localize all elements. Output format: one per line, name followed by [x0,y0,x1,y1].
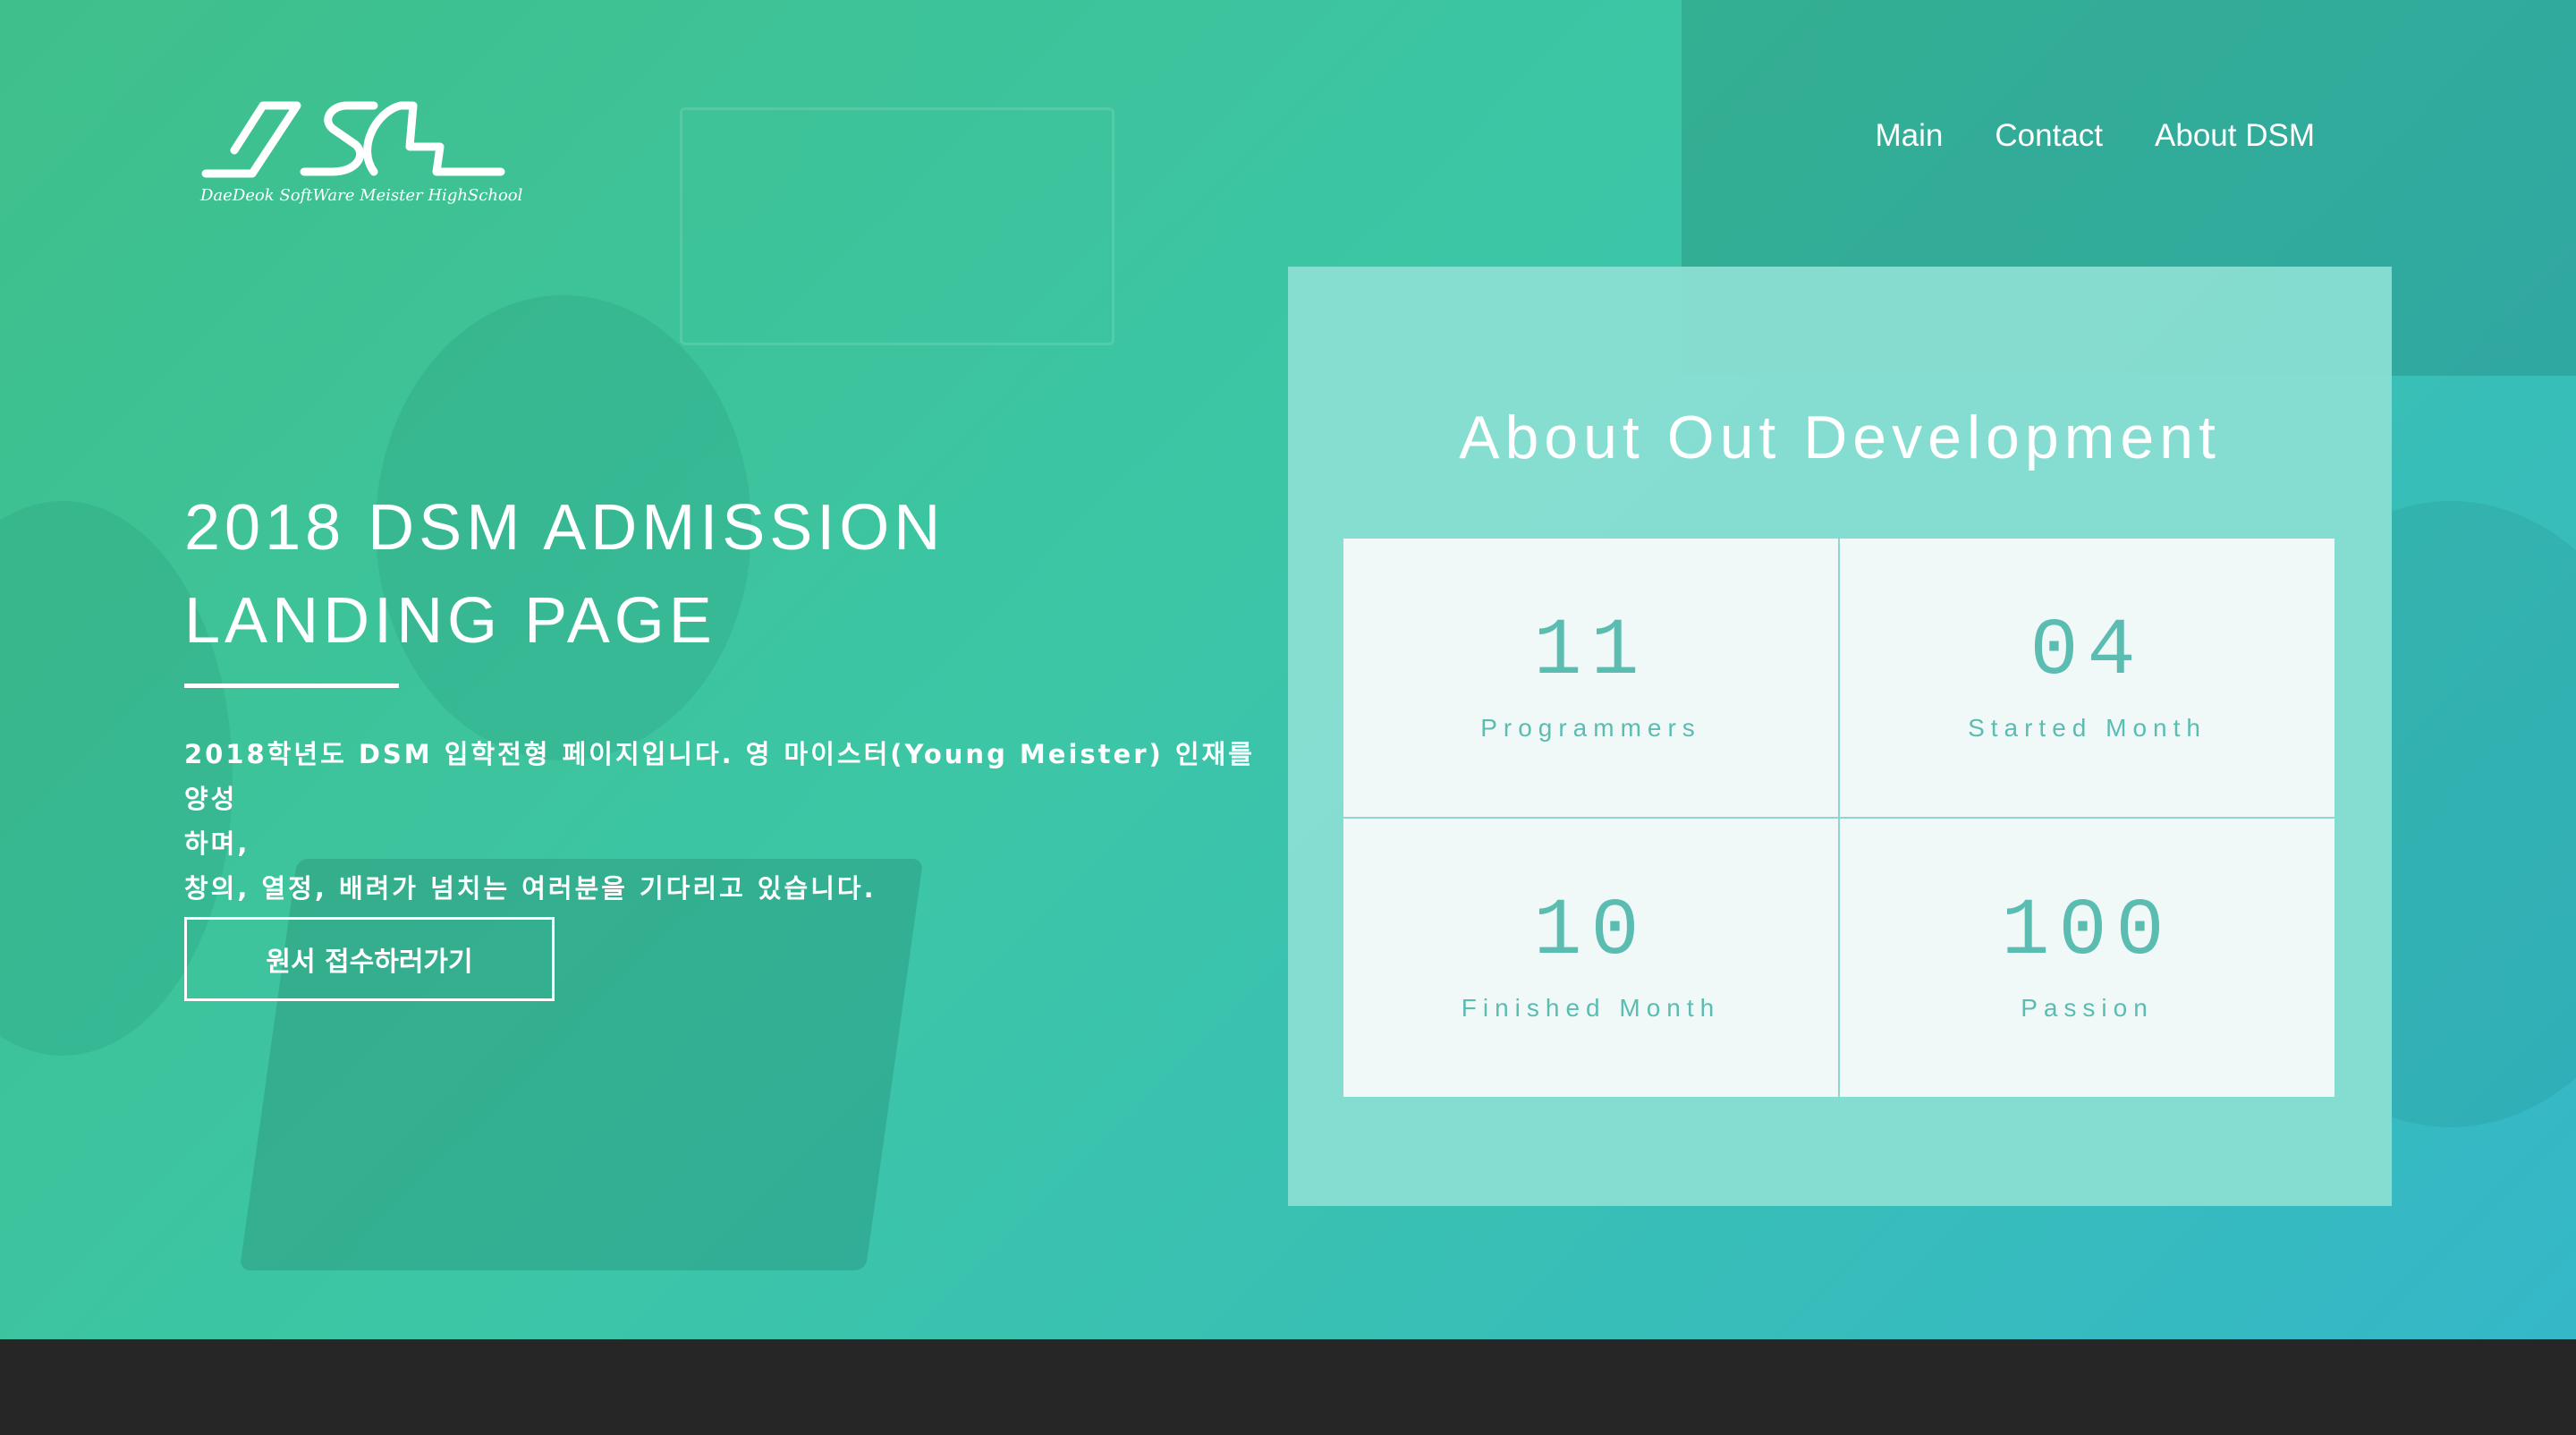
hero-section: DaeDeok SoftWare Meister HighSchool Main… [0,0,2576,1339]
stat-started-month: 04 Started Month [1840,539,2334,817]
hero-title-line2: LANDING PAGE [184,585,716,657]
about-development-panel: About Out Development 11 Programmers 04 … [1288,267,2392,1206]
stat-label: Started Month [1968,714,2207,742]
nav-about-dsm-link[interactable]: About DSM [2155,118,2315,154]
stat-label: Programmers [1480,714,1701,742]
stat-passion: 100 Passion [1840,819,2334,1097]
stat-label: Finished Month [1461,994,1721,1022]
stat-label: Passion [2021,994,2154,1022]
hero-description: 2018학년도 DSM 입학전형 페이지입니다. 영 마이스터(Young Me… [184,732,1275,911]
stat-programmers: 11 Programmers [1343,539,1838,817]
top-nav: Main Contact About DSM [1876,118,2315,154]
stat-value: 11 [1533,607,1648,698]
background-whiteboard [680,107,1114,345]
stat-value: 100 [2001,887,2174,978]
hero-title: 2018 DSM ADMISSION LANDING PAGE [184,481,1258,667]
hero-desc-line1: 2018학년도 DSM 입학전형 페이지입니다. 영 마이스터(Young Me… [184,739,1255,814]
hero-title-line1: 2018 DSM ADMISSION [184,492,945,564]
apply-button[interactable]: 원서 접수하러가기 [184,917,555,1001]
footer-bar [0,1339,2576,1435]
stat-finished-month: 10 Finished Month [1343,819,1838,1097]
stat-value: 04 [2029,607,2145,698]
hero-desc-line3: 창의, 열정, 배려가 넘치는 여러분을 기다리고 있습니다. [184,873,877,904]
hero-desc-line2: 하며, [184,828,250,859]
title-underline [184,684,399,688]
stat-value: 10 [1533,887,1648,978]
logo-tagline: DaeDeok SoftWare Meister HighSchool [200,186,523,205]
panel-title: About Out Development [1459,403,2221,471]
nav-contact-link[interactable]: Contact [1995,118,2103,154]
stats-grid: 11 Programmers 04 Started Month 10 Finis… [1343,539,2334,1097]
nav-main-link[interactable]: Main [1876,118,1944,154]
